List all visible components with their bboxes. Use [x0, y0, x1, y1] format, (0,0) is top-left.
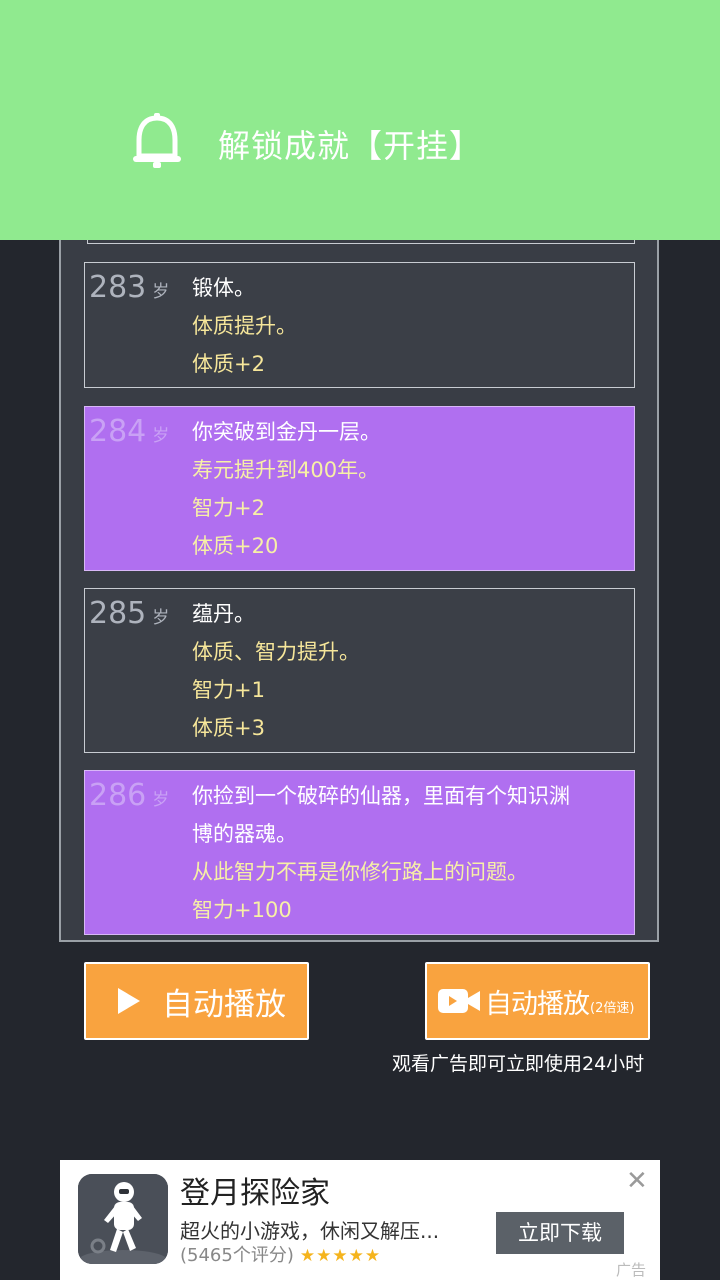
- video-camera-icon: [438, 989, 480, 1013]
- log-entry: 285 岁 蕴丹。 体质、智力提升。 智力+1 体质+3: [84, 588, 635, 753]
- log-line: 你捡到一个破碎的仙器，里面有个知识渊: [192, 784, 570, 808]
- log-line: 智力+100: [192, 898, 292, 922]
- play-icon: [118, 988, 140, 1014]
- ad-title: 登月探险家: [180, 1176, 330, 1211]
- age-label: 285 岁: [89, 596, 170, 631]
- log-entry: 283 岁 锻体。 体质提升。 体质+2: [84, 262, 635, 388]
- log-line: 智力+2: [192, 496, 265, 520]
- rating-count: (5465个评分): [180, 1245, 294, 1266]
- log-line: 体质+3: [192, 716, 265, 740]
- autoplay-fast-label: 自动播放: [485, 988, 590, 1020]
- log-line: 体质+20: [192, 534, 279, 558]
- log-entry: 286 岁 你捡到一个破碎的仙器，里面有个知识渊 博的器魂。 从此智力不再是你修行…: [84, 770, 635, 935]
- ad-app-icon[interactable]: [78, 1174, 168, 1264]
- log-line: 锻体。: [192, 276, 255, 300]
- log-line: 体质、智力提升。: [192, 640, 360, 664]
- log-line: 智力+1: [192, 678, 265, 702]
- ad-hint-text: 观看广告即可立即使用24小时: [392, 1053, 645, 1075]
- astronaut-icon: [78, 1174, 168, 1264]
- ad-rating: (5465个评分) ★★★★★: [180, 1242, 381, 1270]
- log-line: 博的器魂。: [192, 822, 297, 846]
- age-label: 286 岁: [89, 778, 170, 813]
- ad-label: 广告: [616, 1261, 647, 1279]
- bell-icon: [133, 113, 181, 168]
- notification-text: 解锁成就【开挂】: [218, 127, 483, 165]
- log-line: 你突破到金丹一层。: [192, 420, 381, 444]
- autoplay-fast-button[interactable]: 自动播放 (2倍速): [425, 962, 650, 1040]
- autoplay-button[interactable]: 自动播放: [84, 962, 309, 1040]
- log-line: 体质+2: [192, 352, 265, 376]
- speed-label: (2倍速): [590, 1001, 635, 1016]
- log-line: 蕴丹。: [192, 602, 255, 626]
- ad-banner[interactable]: 登月探险家 超火的小游戏，休闲又解压... (5465个评分) ★★★★★ ✕ 立…: [60, 1160, 660, 1280]
- age-label: 283 岁: [89, 270, 170, 305]
- age-label: 284 岁: [89, 414, 170, 449]
- close-icon[interactable]: ✕: [626, 1166, 648, 1196]
- log-line: 体质提升。: [192, 314, 297, 338]
- star-rating-icon: ★★★★★: [299, 1246, 382, 1266]
- autoplay-label: 自动播放: [162, 986, 286, 1023]
- log-line: 从此智力不再是你修行路上的问题。: [192, 860, 528, 884]
- log-entry: 284 岁 你突破到金丹一层。 寿元提升到400年。 智力+2 体质+20: [84, 406, 635, 571]
- download-button[interactable]: 立即下载: [496, 1212, 624, 1254]
- achievement-notification[interactable]: 解锁成就【开挂】: [0, 0, 720, 240]
- log-line: 寿元提升到400年。: [192, 458, 380, 482]
